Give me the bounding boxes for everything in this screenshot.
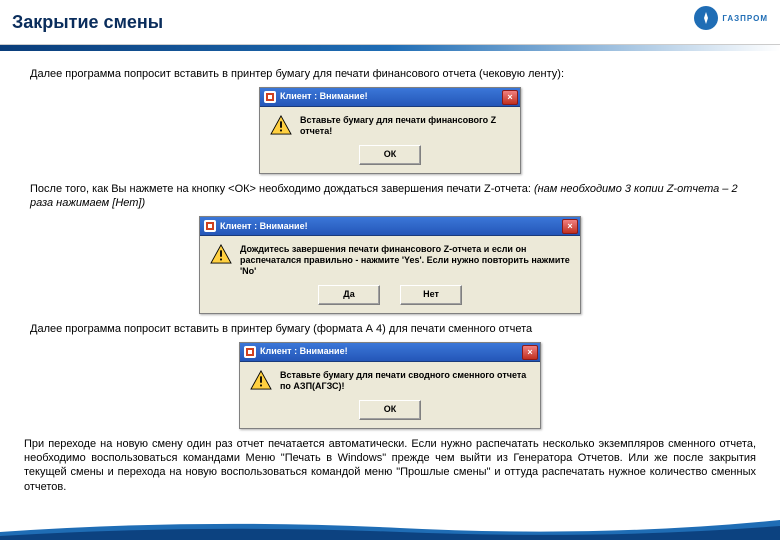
dialog3-titlebar: Клиент : Внимание! × <box>240 343 540 362</box>
company-logo: ГАЗПРОМ <box>694 6 768 30</box>
logo-text: ГАЗПРОМ <box>722 14 768 23</box>
no-button[interactable]: Нет <box>400 285 462 305</box>
close-icon[interactable]: × <box>562 219 578 234</box>
footer-wave-decoration <box>0 510 780 540</box>
dialog-confirm-z-print: Клиент : Внимание! × Дождитесь завершени… <box>199 216 581 313</box>
p2-part-a: После того, как Вы нажмете на кнопку <ОК… <box>30 183 534 195</box>
dialog1-body: Вставьте бумагу для печати финансового Z… <box>260 107 520 143</box>
dialog2-text: Дождитесь завершения печати финансового … <box>240 244 570 276</box>
slide-header: Закрытие смены ГАЗПРОМ <box>0 0 780 45</box>
warning-icon <box>210 244 232 264</box>
intro-text-3: Далее программа попросит вставить в прин… <box>30 322 760 336</box>
logo-circle-icon <box>694 6 718 30</box>
close-icon[interactable]: × <box>502 90 518 105</box>
warning-icon <box>250 370 272 390</box>
dialog1-text: Вставьте бумагу для печати финансового Z… <box>300 115 510 137</box>
app-icon <box>264 91 276 103</box>
dialog3-text: Вставьте бумагу для печати сводного смен… <box>280 370 530 392</box>
yes-button[interactable]: Да <box>318 285 380 305</box>
ok-button[interactable]: ОК <box>359 400 421 420</box>
dialog1-title: Клиент : Внимание! <box>280 91 368 103</box>
dialog1-buttons: ОК <box>260 143 520 173</box>
content-area: Далее программа попросит вставить в прин… <box>0 51 780 494</box>
dialog2-buttons: Да Нет <box>200 283 580 313</box>
footer-text: При переходе на новую смену один раз отч… <box>24 437 756 494</box>
page-title: Закрытие смены <box>12 12 163 33</box>
dialog2-titlebar: Клиент : Внимание! × <box>200 217 580 236</box>
dialog3-title: Клиент : Внимание! <box>260 346 348 358</box>
intro-text-2: После того, как Вы нажмете на кнопку <ОК… <box>30 182 760 211</box>
close-icon[interactable]: × <box>522 345 538 360</box>
app-icon <box>204 220 216 232</box>
dialog1-titlebar: Клиент : Внимание! × <box>260 88 520 107</box>
dialog3-buttons: ОК <box>240 398 540 428</box>
dialog-insert-paper-z: Клиент : Внимание! × Вставьте бумагу для… <box>259 87 521 174</box>
ok-button[interactable]: ОК <box>359 145 421 165</box>
app-icon <box>244 346 256 358</box>
dialog3-body: Вставьте бумагу для печати сводного смен… <box>240 362 540 398</box>
intro-text-1: Далее программа попросит вставить в прин… <box>30 67 760 81</box>
dialog-insert-paper-a4: Клиент : Внимание! × Вставьте бумагу для… <box>239 342 541 429</box>
dialog2-body: Дождитесь завершения печати финансового … <box>200 236 580 282</box>
warning-icon <box>270 115 292 135</box>
dialog2-title: Клиент : Внимание! <box>220 221 308 233</box>
